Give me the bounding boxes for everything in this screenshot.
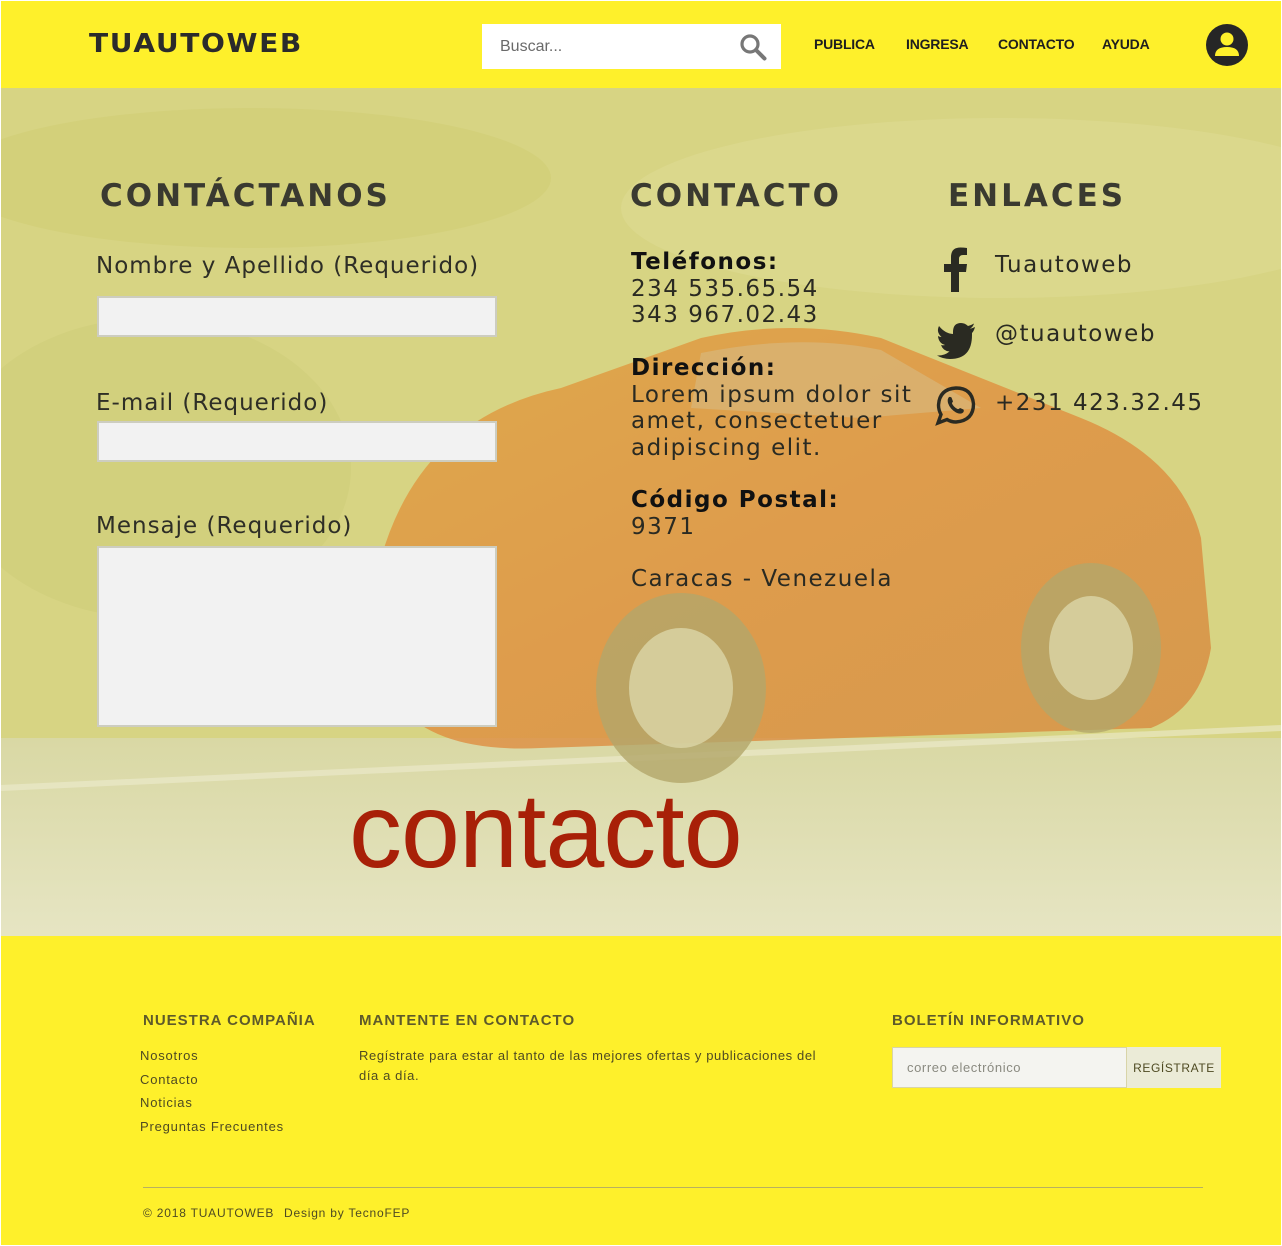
footer-divider [143, 1187, 1203, 1188]
address-label: Dirección: [631, 355, 777, 381]
postal-block: Código Postal: 9371 [631, 487, 839, 540]
links-title: ENLACES [948, 178, 1127, 214]
newsletter-email-input[interactable] [893, 1048, 1126, 1087]
address-line-1: Lorem ipsum dolor sit [631, 381, 913, 408]
email-label: E-mail (Requerido) [96, 390, 329, 416]
hero-heading-contacto: contacto [349, 772, 743, 890]
phone-1: 234 535.65.54 [631, 275, 819, 302]
whatsapp-link-label: +231 423.32.45 [995, 390, 1204, 416]
company-title: NUESTRA COMPAÑIA [143, 1012, 316, 1029]
message-textarea[interactable] [99, 548, 495, 725]
keep-in-touch-title: MANTENTE EN CONTACTO [359, 1012, 576, 1029]
phones-label: Teléfonos: [631, 249, 779, 275]
email-input[interactable] [99, 423, 495, 460]
footer-link-noticias[interactable]: Noticias [140, 1095, 193, 1110]
newsletter-title: BOLETÍN INFORMATIVO [892, 1012, 1085, 1029]
facebook-icon [944, 247, 967, 292]
phone-2: 343 967.02.43 [631, 302, 819, 328]
user-account-icon[interactable] [1205, 23, 1249, 67]
contact-hero: CONTÁCTANOS Nombre y Apellido (Requerido… [1, 88, 1281, 936]
whatsapp-icon [935, 386, 976, 426]
footer-link-contacto[interactable]: Contacto [140, 1072, 198, 1087]
contact-title: CONTACTO [630, 178, 843, 214]
address-line-3: adipiscing elit. [631, 434, 822, 461]
postal-code: 9371 [631, 513, 696, 540]
footer-link-preguntas-frecuentes[interactable]: Preguntas Frecuentes [140, 1119, 284, 1134]
footer-link-nosotros[interactable]: Nosotros [140, 1048, 198, 1063]
message-field [97, 546, 497, 727]
email-field [97, 421, 497, 462]
search-icon[interactable] [739, 33, 767, 61]
search-box [482, 24, 781, 69]
address-line-2: amet, consectetuer [631, 408, 883, 434]
name-field [97, 296, 497, 337]
nav-publica[interactable]: PUBLICA [814, 36, 875, 52]
site-logo[interactable]: TUAUTOWEB [89, 29, 303, 59]
twitter-icon [937, 323, 975, 359]
name-input[interactable] [99, 298, 495, 335]
address-block: Dirección: Lorem ipsum dolor sit amet, c… [631, 355, 912, 461]
twitter-link-label: @tuautoweb [995, 321, 1156, 347]
phones-block: Teléfonos: 234 535.65.54 343 967.02.43 [631, 249, 819, 329]
city-text: Caracas - Venezuela [631, 566, 893, 592]
message-label: Mensaje (Requerido) [96, 513, 353, 539]
nav-contacto[interactable]: CONTACTO [998, 36, 1075, 52]
nav-ingresa[interactable]: INGRESA [906, 36, 969, 52]
search-input[interactable] [482, 24, 732, 69]
facebook-link-label: Tuautoweb [995, 252, 1133, 278]
design-credit: Design by TecnoFEP [284, 1206, 411, 1220]
nav-ayuda[interactable]: AYUDA [1102, 36, 1150, 52]
form-title: CONTÁCTANOS [100, 178, 391, 214]
keep-in-touch-text: Regístrate para estar al tanto de las me… [359, 1048, 817, 1083]
newsletter-field [892, 1047, 1127, 1088]
site-footer: NUESTRA COMPAÑIA Nosotros Contacto Notic… [1, 936, 1281, 1245]
copyright-text: © 2018 TUAUTOWEB [143, 1206, 275, 1220]
postal-label: Código Postal: [631, 487, 840, 513]
newsletter-register-button[interactable]: REGÍSTRATE [1127, 1047, 1221, 1088]
top-header: TUAUTOWEB PUBLICA INGRESA CONTACTO AYUDA [1, 1, 1281, 88]
name-label: Nombre y Apellido (Requerido) [96, 253, 480, 279]
